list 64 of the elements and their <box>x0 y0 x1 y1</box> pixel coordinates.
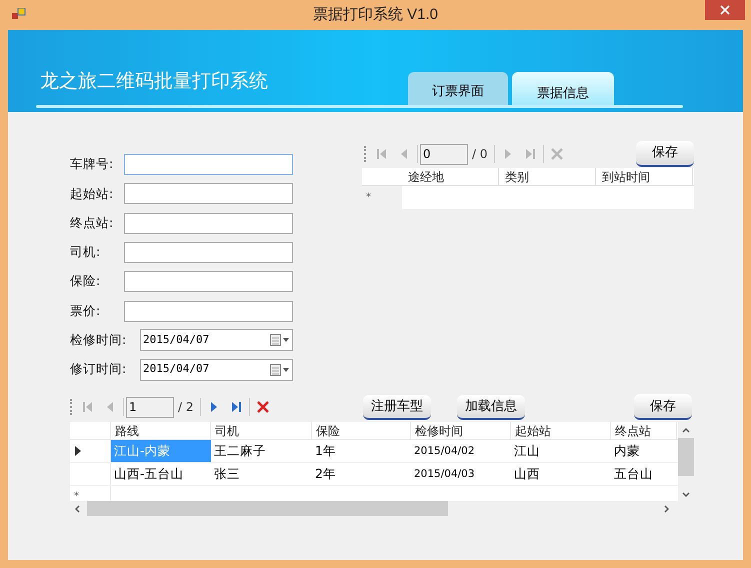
position-field[interactable]: 0 <box>420 144 468 164</box>
column-header[interactable]: 保险 <box>312 422 411 440</box>
text-field[interactable] <box>124 300 293 322</box>
column-header[interactable]: 路线 <box>111 422 211 440</box>
field-label: 修订时间: <box>70 360 128 378</box>
date-picker[interactable]: 2015/04/07 <box>140 358 293 381</box>
column-header[interactable]: 起始站 <box>511 422 611 440</box>
column-header[interactable]: 终点站 <box>611 422 677 440</box>
app-icon <box>12 8 26 20</box>
text-field[interactable] <box>124 212 293 234</box>
scroll-thumb[interactable] <box>87 501 448 516</box>
date-picker[interactable]: 2015/04/07 <box>140 329 293 352</box>
field-label: 起始站: <box>70 184 114 203</box>
table-cell[interactable]: 2015/04/02 <box>411 440 511 462</box>
table-cell[interactable]: 山西-五台山 <box>111 463 211 486</box>
new-row-marker: * <box>366 191 371 205</box>
table-cell[interactable]: 五台山 <box>611 463 677 486</box>
field-label: 保险: <box>70 272 102 290</box>
column-header[interactable]: 检修时间 <box>411 422 511 440</box>
column-header[interactable]: 到站时间 <box>596 168 693 185</box>
text-field[interactable] <box>124 183 293 204</box>
record-count: / 0 <box>472 146 488 163</box>
tab[interactable]: 票据信息 <box>512 72 614 108</box>
text-field[interactable] <box>124 242 293 264</box>
scroll-thumb[interactable] <box>678 438 694 476</box>
field-label: 检修时间: <box>70 331 128 350</box>
field-label: 票价: <box>70 302 102 320</box>
column-header[interactable]: 司机 <box>211 422 312 440</box>
date-value: 2015/04/07 <box>143 361 210 378</box>
close-icon <box>720 5 730 15</box>
tab[interactable]: 订票界面 <box>408 72 508 108</box>
table-cell[interactable]: 江山 <box>511 440 611 462</box>
window-title: 票据打印系统 V1.0 <box>312 4 438 25</box>
table-cell[interactable]: 2015/04/03 <box>411 463 511 486</box>
save-button[interactable]: 保存 <box>636 141 694 167</box>
position-field[interactable]: 1 <box>126 396 174 418</box>
field-label: 车牌号: <box>70 155 114 174</box>
close-button[interactable] <box>705 0 745 20</box>
calendar-dropdown-icon[interactable] <box>270 364 290 376</box>
action-button[interactable]: 加载信息 <box>457 394 525 420</box>
table-cell[interactable]: 内蒙 <box>611 440 677 462</box>
date-value: 2015/04/07 <box>143 332 210 348</box>
new-row-marker: * <box>74 491 79 502</box>
field-label: 终点站: <box>70 214 114 232</box>
scroll-down-icon[interactable] <box>682 492 690 498</box>
record-count: / 2 <box>178 399 194 416</box>
app-title: 龙之旅二维码批量打印系统 <box>40 69 268 94</box>
save-button[interactable]: 保存 <box>634 394 692 420</box>
calendar-dropdown-icon[interactable] <box>270 334 290 346</box>
table-cell[interactable]: 1年 <box>312 440 411 462</box>
table-cell[interactable]: 张三 <box>211 463 312 486</box>
scroll-right-icon[interactable] <box>664 504 670 513</box>
delete-icon[interactable] <box>254 399 270 416</box>
text-field[interactable] <box>124 154 293 176</box>
action-button[interactable]: 注册车型 <box>363 394 431 420</box>
field-label: 司机: <box>70 243 102 262</box>
table-cell[interactable]: 王二麻子 <box>211 440 312 462</box>
column-header[interactable]: 类别 <box>499 168 596 185</box>
table-cell[interactable]: 2年 <box>312 463 411 486</box>
scroll-up-icon[interactable] <box>682 427 690 434</box>
scroll-left-icon[interactable] <box>74 504 80 513</box>
column-header[interactable]: 途经地 <box>402 168 499 185</box>
text-field[interactable] <box>124 271 293 292</box>
table-cell[interactable]: 山西 <box>511 463 611 486</box>
